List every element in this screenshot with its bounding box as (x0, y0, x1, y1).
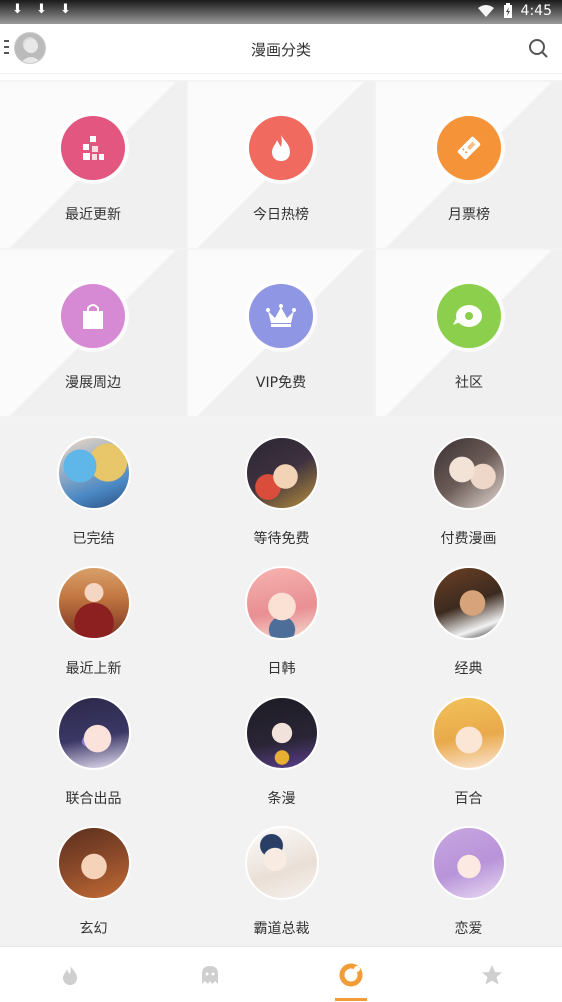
feature-grid: 最近更新 今日热榜 月票榜 漫展周边 VIP免费 社区 (0, 80, 562, 418)
category-item[interactable]: 最近上新 (0, 548, 187, 678)
nav-tab-ghost[interactable] (140, 947, 280, 1002)
ticket-icon (437, 116, 501, 180)
shopping-bag-icon (61, 284, 125, 348)
feature-label: 社区 (455, 375, 483, 391)
feature-label: 漫展周边 (65, 375, 121, 391)
nav-tab-favorites[interactable] (422, 947, 562, 1002)
feature-label: 月票榜 (448, 207, 490, 223)
category-item[interactable]: 付费漫画 (375, 418, 562, 548)
nav-tab-hot[interactable] (0, 947, 140, 1002)
category-cover (432, 566, 506, 640)
battery-icon (503, 3, 512, 18)
community-icon (437, 284, 501, 348)
category-label: 联合出品 (65, 791, 122, 807)
category-label: 已完结 (72, 531, 115, 547)
donut-icon (339, 963, 363, 987)
category-label: 恋爱 (454, 921, 483, 937)
wifi-icon (477, 5, 494, 17)
feature-monthly-ticket[interactable]: 月票榜 (376, 82, 562, 248)
app-header: 漫画分类 (0, 24, 562, 74)
category-cover (57, 436, 131, 510)
clock: 4:45 (520, 3, 552, 19)
category-item[interactable]: 霸道总裁 (188, 808, 375, 938)
page-title: 漫画分类 (250, 41, 311, 59)
flame-icon (249, 116, 313, 180)
category-cover (245, 436, 319, 510)
category-item[interactable]: 已完结 (0, 418, 187, 548)
category-item[interactable]: 玄幻 (0, 808, 187, 938)
category-label: 霸道总裁 (253, 921, 310, 937)
category-cover (57, 826, 131, 900)
star-icon (482, 965, 502, 985)
category-item[interactable]: 日韩 (188, 548, 375, 678)
feature-merch[interactable]: 漫展周边 (0, 250, 186, 416)
download-icon: ⬇ (60, 2, 71, 17)
category-label: 付费漫画 (440, 531, 497, 547)
category-cover (57, 696, 131, 770)
crown-icon (249, 284, 313, 348)
category-item[interactable]: 条漫 (188, 678, 375, 808)
category-item[interactable]: 百合 (375, 678, 562, 808)
feature-label: VIP免费 (255, 375, 307, 391)
feature-label: 今日热榜 (253, 207, 309, 223)
nav-tab-category[interactable] (281, 947, 421, 1002)
download-icon: ⬇ (36, 2, 47, 17)
fire-icon (63, 965, 77, 985)
category-label: 最近上新 (65, 661, 122, 677)
category-item[interactable]: 恋爱 (375, 808, 562, 938)
bottom-nav (0, 946, 562, 1002)
category-cover (245, 826, 319, 900)
status-bar: ⬇ ⬇ ⬇ 4:45 (0, 0, 562, 24)
download-icon: ⬇ (12, 2, 23, 17)
category-item[interactable]: 联合出品 (0, 678, 187, 808)
category-label: 等待免费 (253, 531, 310, 547)
category-label: 经典 (454, 661, 483, 677)
category-label: 百合 (454, 791, 483, 807)
feature-recent-update[interactable]: 最近更新 (0, 82, 186, 248)
category-cover (57, 566, 131, 640)
category-item[interactable]: 等待免费 (188, 418, 375, 548)
category-label: 日韩 (267, 661, 296, 677)
feature-community[interactable]: 社区 (376, 250, 562, 416)
category-cover (245, 696, 319, 770)
feature-vip-free[interactable]: VIP免费 (188, 250, 374, 416)
category-label: 条漫 (267, 791, 296, 807)
category-grid: 已完结 等待免费 付费漫画 最近上新 日韩 经典 联合出品 条漫 百合 玄幻 霸… (0, 418, 562, 946)
category-label: 玄幻 (79, 921, 108, 937)
category-cover (432, 696, 506, 770)
ghost-icon (202, 966, 218, 984)
feature-label: 最近更新 (65, 207, 121, 223)
recent-update-icon (61, 116, 125, 180)
category-cover (432, 826, 506, 900)
feature-hot-today[interactable]: 今日热榜 (188, 82, 374, 248)
category-item[interactable]: 经典 (375, 548, 562, 678)
category-cover (432, 436, 506, 510)
category-cover (245, 566, 319, 640)
search-icon[interactable] (528, 38, 548, 58)
